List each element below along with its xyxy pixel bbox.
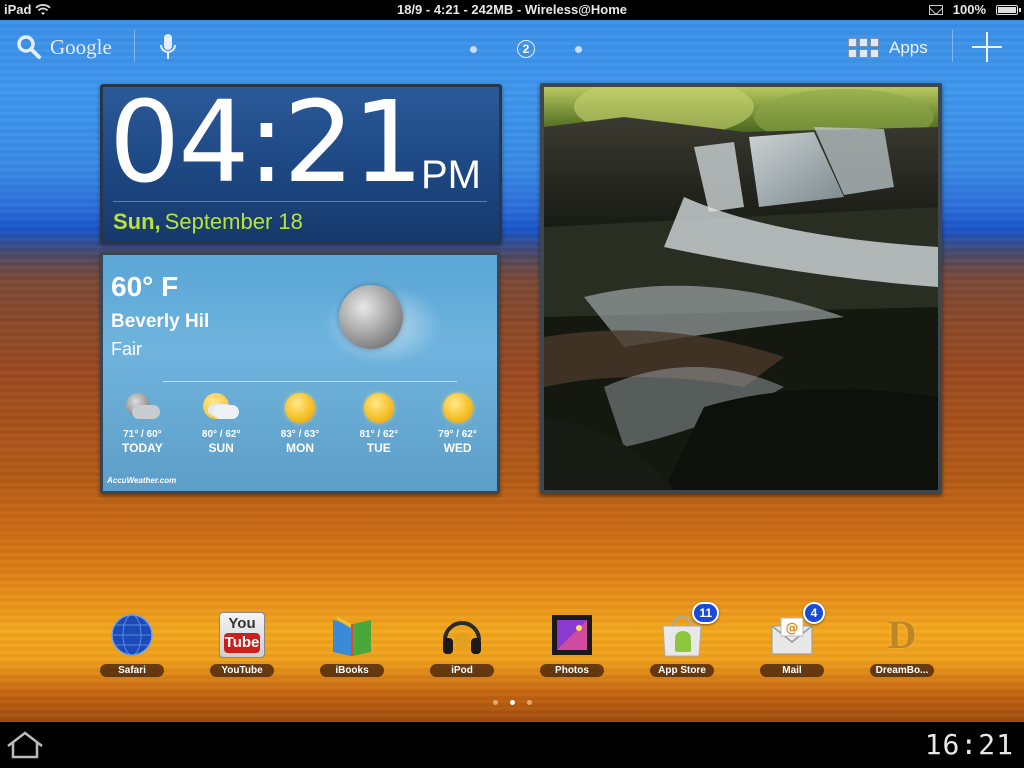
home-screen-pager: 2 xyxy=(470,40,582,58)
forecast-day: 79° / 62° WED xyxy=(423,393,493,455)
forecast-range: 83° / 63° xyxy=(280,429,320,440)
forecast-row: 71° / 60° TODAY 80° / 62° SUN 83° / 63° … xyxy=(103,393,497,455)
weather-city: Beverly Hil xyxy=(111,311,210,332)
dock-app-safari[interactable]: Safari xyxy=(92,612,172,678)
dock-app-app-store[interactable]: 11 App Store xyxy=(642,602,722,678)
message-icon xyxy=(928,4,943,15)
android-market-icon: 11 xyxy=(659,602,719,658)
dock-app-label: iPod xyxy=(430,664,494,677)
status-bar: iPad 18/9 - 4:21 - 242MB - Wireless@Home… xyxy=(0,0,1024,20)
google-search-button[interactable]: Google xyxy=(16,34,112,60)
youtube-icon-text-bottom: Tube xyxy=(224,633,260,653)
forecast-range: 80° / 62° xyxy=(201,429,241,440)
battery-icon xyxy=(996,4,1021,15)
forecast-range: 81° / 62° xyxy=(359,429,399,440)
dock-app-ipod[interactable]: iPod xyxy=(422,612,502,678)
dock-page-dot[interactable] xyxy=(493,700,498,705)
search-icon xyxy=(17,35,41,59)
weather-widget[interactable]: 60° F Beverly Hil Fair 71° / 60° TODAY 8… xyxy=(100,252,500,494)
battery-percent: 100% xyxy=(952,2,986,17)
system-clock: 16:21 xyxy=(924,728,1014,761)
current-page-indicator: 2 xyxy=(517,40,535,58)
forecast-day: 81° / 62° TUE xyxy=(344,393,414,455)
dock-app-mail[interactable]: @ 4 Mail xyxy=(752,602,832,678)
photo-frame-icon xyxy=(549,612,595,658)
dock-app-label: Safari xyxy=(100,664,164,677)
svg-text:@: @ xyxy=(786,621,799,636)
forecast-day-name: TODAY xyxy=(122,441,163,455)
dock-pager xyxy=(493,700,532,705)
clock-date: Sun, September 18 xyxy=(113,209,303,235)
dock-app-label: iBooks xyxy=(320,664,384,677)
night-cloud-icon xyxy=(122,393,162,423)
clock-time: 04:21 xyxy=(109,78,424,208)
dock-app-dreamboard[interactable]: D DreamBo... xyxy=(862,612,942,678)
dock-app-label: Mail xyxy=(760,664,824,677)
dock-page-dot[interactable] xyxy=(527,700,532,705)
forecast-day: 80° / 62° SUN xyxy=(186,393,256,455)
headphones-icon xyxy=(439,612,485,658)
apps-label: Apps xyxy=(889,38,928,57)
app-store-badge: 11 xyxy=(692,602,719,624)
status-info: 18/9 - 4:21 - 242MB - Wireless@Home xyxy=(396,2,628,17)
forecast-day: 83° / 63° MON xyxy=(265,393,335,455)
dock-app-youtube[interactable]: You Tube YouTube xyxy=(202,612,282,678)
dreamboard-icon: D xyxy=(879,612,925,658)
accuweather-logo[interactable]: AccuWeather.com xyxy=(107,476,176,485)
sun-icon xyxy=(284,393,315,423)
moon-icon xyxy=(339,285,403,349)
apps-button[interactable]: Apps xyxy=(848,38,928,58)
forecast-day-name: MON xyxy=(285,441,314,455)
divider xyxy=(134,30,135,62)
forecast-day-name: WED xyxy=(443,441,472,455)
youtube-icon: You Tube xyxy=(219,612,265,658)
app-dock: Safari You Tube YouTube iBooks iPod Phot… xyxy=(80,602,960,684)
waterfall-photo xyxy=(544,87,938,490)
divider xyxy=(952,30,953,62)
sun-icon xyxy=(363,393,394,423)
page-dot-1[interactable] xyxy=(470,45,477,53)
dock-app-label: App Store xyxy=(650,664,714,677)
launcher-top-bar: Google 2 Apps xyxy=(0,20,1024,76)
page-dot-3[interactable] xyxy=(575,45,582,53)
forecast-day-name: TUE xyxy=(366,441,391,455)
forecast-day: 71° / 60° TODAY xyxy=(107,393,177,455)
google-label: Google xyxy=(50,34,112,59)
partly-cloudy-icon xyxy=(201,393,241,423)
dock-app-label: YouTube xyxy=(210,664,274,677)
clock-divider xyxy=(113,201,487,202)
dock-app-photos[interactable]: Photos xyxy=(532,612,612,678)
sun-icon xyxy=(442,393,473,423)
dreamboard-letter: D xyxy=(887,612,917,657)
forecast-range: 79° / 62° xyxy=(438,429,477,440)
book-icon xyxy=(329,612,375,658)
current-temperature: 60° F xyxy=(111,271,179,302)
photo-frame-widget[interactable] xyxy=(540,83,942,494)
clock-ampm: PM xyxy=(421,153,481,197)
mail-icon: @ 4 xyxy=(769,602,825,658)
clock-day: Sun, xyxy=(113,209,161,234)
home-icon[interactable] xyxy=(4,730,46,760)
clock-date-text: September 18 xyxy=(164,209,303,234)
apps-grid-icon xyxy=(848,38,879,58)
forecast-day-name: SUN xyxy=(208,441,234,455)
weather-divider xyxy=(163,381,457,382)
forecast-range: 71° / 60° xyxy=(123,429,162,440)
dock-page-dot-active[interactable] xyxy=(510,700,515,705)
globe-icon xyxy=(109,612,155,658)
mail-badge: 4 xyxy=(803,602,825,624)
youtube-icon-text-top: You xyxy=(228,615,256,632)
dock-app-label: DreamBo... xyxy=(869,664,935,677)
system-bar: 16:21 xyxy=(0,722,1024,768)
weather-condition: Fair xyxy=(111,339,142,359)
microphone-icon[interactable] xyxy=(158,32,178,64)
clock-widget[interactable]: 04:21 PM Sun, September 18 xyxy=(100,84,502,244)
dock-app-label: Photos xyxy=(540,664,604,677)
add-widget-icon[interactable] xyxy=(970,30,1004,64)
dock-app-ibooks[interactable]: iBooks xyxy=(312,612,392,678)
